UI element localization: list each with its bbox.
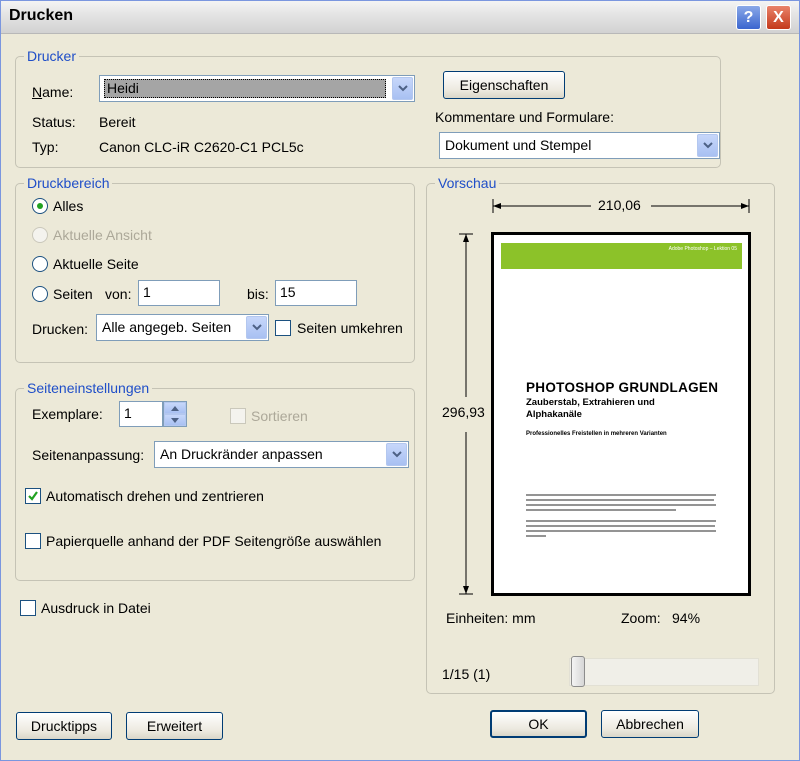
- scaling-label: Seitenanpassung:: [32, 447, 145, 463]
- range-to-input[interactable]: 15: [275, 280, 357, 306]
- range-pages-radio[interactable]: [32, 286, 48, 302]
- title-bar[interactable]: Drucken ? X: [1, 1, 799, 34]
- chevron-down-icon[interactable]: [392, 77, 413, 100]
- spin-down-icon[interactable]: [164, 414, 186, 426]
- properties-button[interactable]: Eigenschaften: [443, 71, 565, 99]
- range-all-radio[interactable]: [32, 198, 48, 214]
- checkmark-icon: [28, 491, 38, 501]
- paper-source-checkbox[interactable]: [25, 533, 41, 549]
- scaling-select[interactable]: An Druckränder anpassen: [154, 441, 409, 468]
- page-setup-legend: Seiteneinstellungen: [24, 380, 153, 396]
- page-preview: Adobe Photoshop – Lektion 05 PHOTOSHOP G…: [491, 232, 751, 596]
- advanced-button[interactable]: Erweitert: [126, 712, 223, 740]
- print-subset-select[interactable]: Alle angegeb. Seiten: [96, 314, 269, 341]
- print-dialog: Drucken ? X Drucker Name: Heidi Status: …: [0, 0, 800, 761]
- copies-input[interactable]: 1: [119, 401, 163, 427]
- window-title: Drucken: [9, 7, 74, 24]
- print-subset-value: Alle angegeb. Seiten: [102, 319, 232, 335]
- range-pages-label[interactable]: Seiten: [53, 286, 93, 302]
- preview-doc-header: Adobe Photoshop – Lektion 05: [668, 246, 737, 252]
- range-from-input[interactable]: 1: [138, 280, 220, 306]
- reverse-pages-label[interactable]: Seiten umkehren: [297, 320, 403, 336]
- preview-zoom-label: Zoom:: [621, 610, 661, 626]
- print-to-file-label[interactable]: Ausdruck in Datei: [41, 600, 151, 616]
- auto-rotate-checkbox[interactable]: [25, 488, 41, 504]
- page-counter: 1/15 (1): [442, 666, 491, 682]
- printer-name-value: Heidi: [104, 79, 386, 98]
- range-current-view-label: Aktuelle Ansicht: [53, 227, 152, 243]
- comments-select[interactable]: Dokument und Stempel: [439, 132, 720, 159]
- preview-body-text-lines: [526, 494, 716, 537]
- preview-height: 296,93: [442, 404, 485, 420]
- copies-spinner[interactable]: [163, 401, 187, 427]
- chevron-down-icon[interactable]: [246, 316, 267, 339]
- help-button[interactable]: ?: [736, 5, 761, 30]
- page-slider-thumb[interactable]: [571, 656, 585, 687]
- preview-legend: Vorschau: [435, 175, 500, 191]
- cancel-button[interactable]: Abbrechen: [601, 710, 699, 738]
- help-icon: ?: [743, 8, 754, 26]
- chevron-down-icon[interactable]: [386, 443, 407, 466]
- printer-type-label: Typ:: [32, 139, 59, 155]
- printer-name-select[interactable]: Heidi: [99, 75, 415, 102]
- paper-source-label[interactable]: Papierquelle anhand der PDF Seitengröße …: [46, 533, 381, 549]
- chevron-down-icon[interactable]: [697, 134, 718, 157]
- preview-doc-tagline: Professionelles Freistellen in mehreren …: [526, 431, 667, 437]
- printer-name-label: Name:: [32, 84, 74, 100]
- printer-legend: Drucker: [24, 48, 80, 64]
- close-icon: X: [773, 8, 784, 26]
- preview-zoom-value: 94%: [672, 610, 701, 626]
- printer-status-value: Bereit: [99, 114, 136, 130]
- close-button[interactable]: X: [766, 5, 791, 30]
- copies-label: Exemplare:: [32, 406, 103, 422]
- print-to-file-checkbox[interactable]: [20, 600, 36, 616]
- printer-name-label-rest: ame:: [42, 84, 74, 100]
- ok-button[interactable]: OK: [490, 710, 587, 738]
- collate-label: Sortieren: [251, 408, 308, 424]
- page-slider-track[interactable]: [569, 658, 759, 686]
- print-tips-button[interactable]: Drucktipps: [16, 712, 112, 740]
- print-range-legend: Druckbereich: [24, 175, 113, 191]
- preview-width: 210,06: [598, 197, 641, 213]
- scaling-value: An Druckränder anpassen: [160, 446, 323, 462]
- printer-status-label: Status:: [32, 114, 76, 130]
- preview-doc-title: PHOTOSHOP GRUNDLAGEN: [526, 380, 719, 395]
- print-subset-label: Drucken:: [32, 321, 89, 337]
- comments-value: Dokument und Stempel: [445, 137, 592, 153]
- comments-label: Kommentare und Formulare:: [435, 109, 614, 125]
- range-all-label[interactable]: Alles: [53, 198, 83, 214]
- collate-checkbox: [230, 408, 246, 424]
- reverse-pages-checkbox[interactable]: [275, 320, 291, 336]
- range-to-label: bis:: [247, 286, 269, 302]
- range-from-label: von:: [105, 286, 132, 302]
- preview-doc-subtitle: Zauberstab, Extrahieren und Alphakanäle: [526, 397, 655, 420]
- range-current-page-radio[interactable]: [32, 256, 48, 272]
- preview-header-band: Adobe Photoshop – Lektion 05: [501, 243, 742, 269]
- preview-units: Einheiten: mm: [446, 610, 536, 626]
- printer-type-value: Canon CLC-iR C2620-C1 PCL5c: [99, 139, 304, 155]
- range-current-view-radio: [32, 227, 48, 243]
- range-current-page-label[interactable]: Aktuelle Seite: [53, 256, 139, 272]
- spin-up-icon[interactable]: [164, 402, 186, 414]
- auto-rotate-label[interactable]: Automatisch drehen und zentrieren: [46, 488, 264, 504]
